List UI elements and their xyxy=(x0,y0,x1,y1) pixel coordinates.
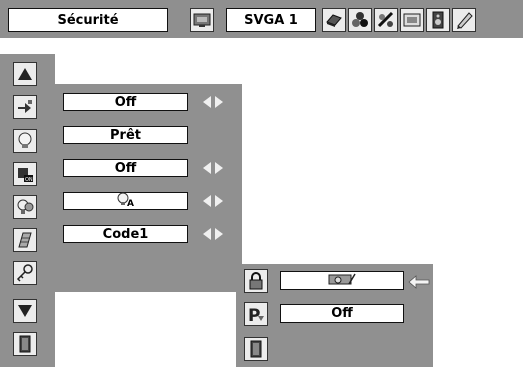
setting-value-1[interactable]: Off xyxy=(63,93,188,111)
lamp-timer-icon[interactable] xyxy=(13,195,37,219)
setting-value-2[interactable]: Prêt xyxy=(63,126,188,144)
pin-lock-value[interactable] xyxy=(280,271,404,290)
menu-sidebar: ON xyxy=(0,54,55,367)
filter-icon[interactable] xyxy=(13,228,37,252)
security-settings-panel: Off Prêt Off A Code1 xyxy=(55,84,242,292)
color-balls-icon[interactable] xyxy=(348,8,372,32)
speaker-icon[interactable] xyxy=(426,8,450,32)
exit-door-icon[interactable] xyxy=(244,337,268,361)
security-submenu: P Off xyxy=(236,264,433,367)
p-lock-value[interactable]: Off xyxy=(280,304,404,323)
resolution-field: SVGA 1 xyxy=(226,8,316,32)
input-switch-icon[interactable] xyxy=(13,95,37,119)
exit-door-icon[interactable] xyxy=(13,332,37,356)
monitor-pc-icon[interactable] xyxy=(190,8,214,32)
svg-text:P: P xyxy=(248,306,260,324)
left-right-arrows-icon[interactable] xyxy=(202,95,224,109)
setting-value-3[interactable]: Off xyxy=(63,159,188,177)
power-on-icon[interactable]: ON xyxy=(13,162,37,186)
setting-value-4[interactable]: A xyxy=(63,192,188,210)
screen-icon[interactable] xyxy=(400,8,424,32)
p-lock-icon[interactable]: P xyxy=(244,302,268,326)
left-right-arrows-icon[interactable] xyxy=(202,194,224,208)
svg-text:A: A xyxy=(127,199,134,207)
settings-pencil-icon[interactable] xyxy=(452,8,476,32)
menu-title: Sécurité xyxy=(8,8,168,32)
top-menu-bar: Sécurité SVGA 1 xyxy=(0,0,523,38)
left-arrow-pointer-icon xyxy=(408,274,430,293)
lamp-a-icon: A xyxy=(115,191,137,211)
laptop-icon[interactable] xyxy=(322,8,346,32)
left-right-arrows-icon[interactable] xyxy=(202,227,224,241)
up-arrow-icon[interactable] xyxy=(13,62,37,86)
projector-lock-icon xyxy=(327,272,357,290)
down-arrow-icon[interactable] xyxy=(13,299,37,323)
left-right-arrows-icon[interactable] xyxy=(202,161,224,175)
svg-text:ON: ON xyxy=(25,177,33,183)
key-icon[interactable] xyxy=(13,261,37,285)
lock-icon[interactable] xyxy=(244,269,268,293)
setting-value-5[interactable]: Code1 xyxy=(63,225,188,243)
image-adjust-icon[interactable] xyxy=(374,8,398,32)
lamp-icon[interactable] xyxy=(13,129,37,153)
